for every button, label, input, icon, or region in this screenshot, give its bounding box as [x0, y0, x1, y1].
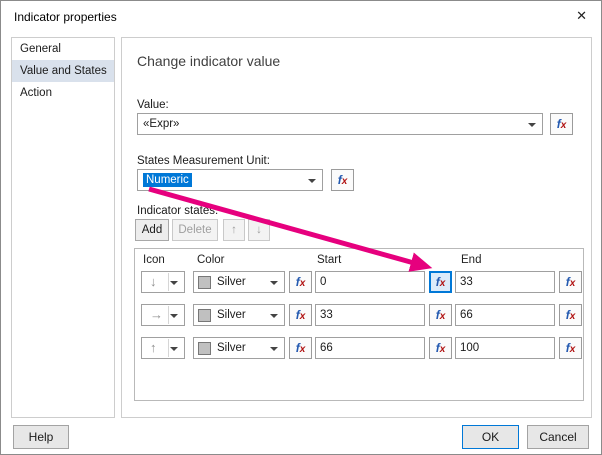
end-expression-button[interactable]: fx — [559, 271, 582, 293]
chevron-down-icon — [170, 281, 178, 285]
indicator-properties-dialog: Indicator properties ✕ General Value and… — [0, 0, 602, 455]
start-expression-button[interactable]: fx — [429, 337, 452, 359]
color-swatch — [198, 309, 211, 322]
end-value-input[interactable] — [455, 337, 555, 359]
end-expression-button[interactable]: fx — [559, 304, 582, 326]
icon-dropdown[interactable]: → — [141, 304, 185, 326]
color-dropdown[interactable]: Silver — [193, 271, 285, 293]
sidebar-item-general[interactable]: General — [12, 38, 114, 60]
start-expression-button[interactable]: fx — [429, 271, 452, 293]
value-combobox-text: «Expr» — [143, 118, 180, 130]
color-swatch — [198, 276, 211, 289]
color-expression-button[interactable]: fx — [289, 304, 312, 326]
main-panel: Change indicator value Value: «Expr» fx … — [121, 37, 592, 418]
table-row: ↑ Silver fx fx fx — [135, 337, 585, 361]
divider — [168, 306, 169, 324]
arrow-up-icon: ↑ — [231, 224, 237, 236]
chevron-down-icon — [270, 314, 278, 318]
sidebar-item-action[interactable]: Action — [12, 82, 114, 104]
table-row: ↓ Silver fx fx fx — [135, 271, 585, 295]
arrow-up-icon: ↑ — [150, 340, 157, 355]
start-expression-button[interactable]: fx — [429, 304, 452, 326]
start-value-input[interactable] — [315, 337, 425, 359]
help-button[interactable]: Help — [13, 425, 69, 449]
color-swatch — [198, 342, 211, 355]
value-expression-button[interactable]: fx — [550, 113, 573, 135]
chevron-down-icon — [308, 179, 316, 183]
divider — [168, 339, 169, 357]
unit-combobox[interactable]: Numeric — [137, 169, 323, 191]
icon-dropdown[interactable]: ↓ — [141, 271, 185, 293]
chevron-down-icon — [270, 347, 278, 351]
start-value-input[interactable] — [315, 304, 425, 326]
chevron-down-icon — [170, 347, 178, 351]
value-combobox[interactable]: «Expr» — [137, 113, 543, 135]
sidebar: General Value and States Action — [11, 37, 115, 418]
end-expression-button[interactable]: fx — [559, 337, 582, 359]
delete-button[interactable]: Delete — [172, 219, 218, 241]
table-row: → Silver fx fx fx — [135, 304, 585, 328]
chevron-down-icon — [170, 314, 178, 318]
arrow-right-icon: → — [150, 307, 163, 322]
add-button[interactable]: Add — [135, 219, 169, 241]
value-label: Value: — [137, 99, 169, 111]
indicator-states-label: Indicator states: — [137, 205, 219, 217]
color-name: Silver — [217, 342, 246, 354]
color-expression-button[interactable]: fx — [289, 337, 312, 359]
close-icon[interactable]: ✕ — [576, 8, 587, 24]
sidebar-item-value-and-states[interactable]: Value and States — [12, 60, 114, 82]
dialog-title: Indicator properties — [14, 10, 117, 24]
indicator-states-table: Icon Color Start End ↓ Silver fx fx — [134, 248, 584, 401]
color-dropdown[interactable]: Silver — [193, 337, 285, 359]
column-header-color: Color — [197, 254, 225, 266]
color-name: Silver — [217, 309, 246, 321]
unit-combobox-text: Numeric — [143, 173, 192, 187]
unit-expression-button[interactable]: fx — [331, 169, 354, 191]
move-up-button[interactable]: ↑ — [223, 219, 245, 241]
color-expression-button[interactable]: fx — [289, 271, 312, 293]
arrow-down-icon: ↓ — [256, 224, 262, 236]
start-value-input[interactable] — [315, 271, 425, 293]
icon-dropdown[interactable]: ↑ — [141, 337, 185, 359]
color-dropdown[interactable]: Silver — [193, 304, 285, 326]
column-header-icon: Icon — [143, 254, 165, 266]
arrow-down-icon: ↓ — [150, 274, 157, 289]
column-header-end: End — [461, 254, 482, 266]
page-title: Change indicator value — [137, 53, 281, 69]
divider — [168, 273, 169, 291]
color-name: Silver — [217, 276, 246, 288]
ok-button[interactable]: OK — [462, 425, 519, 449]
cancel-button[interactable]: Cancel — [527, 425, 589, 449]
unit-label: States Measurement Unit: — [137, 155, 270, 167]
end-value-input[interactable] — [455, 271, 555, 293]
chevron-down-icon — [270, 281, 278, 285]
move-down-button[interactable]: ↓ — [248, 219, 270, 241]
end-value-input[interactable] — [455, 304, 555, 326]
chevron-down-icon — [528, 123, 536, 127]
column-header-start: Start — [317, 254, 342, 266]
